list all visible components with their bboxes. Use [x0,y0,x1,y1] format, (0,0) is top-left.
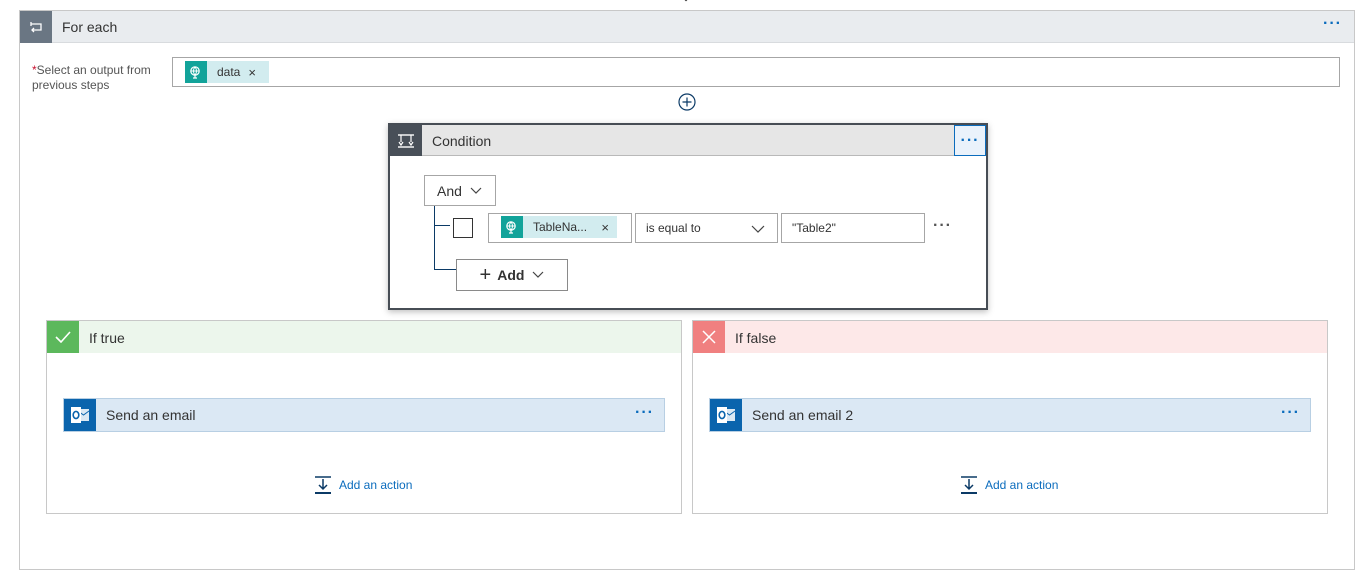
if-false-title: If false [735,330,777,346]
tablename-token-label: TableNa... [533,220,588,234]
for-each-title: For each [62,19,118,35]
dynamic-content-icon [185,61,207,83]
condition-operator-value: is equal to [646,221,701,235]
add-action-label: Add an action [985,478,1059,492]
condition-row-checkbox[interactable] [453,218,473,238]
for-each-header[interactable]: For each ··· [20,11,1354,43]
plus-icon: + [479,263,492,286]
condition-left-operand[interactable]: TableNa... × [488,213,632,243]
for-each-more-button[interactable]: ··· [1323,15,1342,33]
select-output-label-text: Select an output from previous steps [32,63,151,92]
condition-more-glyph: ··· [960,131,980,149]
insert-step-plus-icon[interactable] [678,93,696,111]
tablename-token-remove-button[interactable]: × [593,220,617,235]
outlook-icon [710,399,742,431]
add-action-icon [315,476,331,494]
chevron-down-icon [751,225,765,233]
condition-operator-select[interactable]: is equal to [635,213,778,243]
add-action-icon [961,476,977,494]
tree-connector-branch [434,269,456,270]
tablename-token[interactable]: TableNa... × [501,216,617,238]
send-email-more-button[interactable]: ··· [635,404,654,422]
chevron-down-icon [470,187,482,194]
close-icon [693,321,725,353]
send-email-2-more-button[interactable]: ··· [1281,404,1300,422]
condition-row-more-button[interactable]: ··· [933,217,952,235]
if-true-header: If true [47,321,681,353]
condition-icon [390,125,422,156]
condition-header[interactable]: Condition ··· [390,125,986,156]
add-condition-label: Add [497,267,525,283]
condition-title: Condition [432,133,492,149]
data-token-remove-button[interactable]: × [240,65,264,80]
add-condition-button[interactable]: + Add [456,259,568,291]
if-false-header: If false [693,321,1327,353]
select-output-label: *Select an output from previous steps [32,63,172,93]
if-true-branch: If true Send an email ··· Add an action [46,320,682,514]
add-action-link-true[interactable]: Add an action [313,475,412,495]
loop-icon [20,11,52,43]
condition-value-input[interactable]: "Table2" [781,213,925,243]
select-output-input[interactable]: data × [172,57,1340,87]
condition-card: Condition ··· And TableNa... × is equal … [388,123,988,310]
send-email-action-card[interactable]: Send an email ··· [63,398,665,432]
if-false-branch: If false Send an email 2 ··· Add an acti… [692,320,1328,514]
outlook-icon [64,399,96,431]
add-action-label: Add an action [339,478,413,492]
if-true-title: If true [89,330,125,346]
add-action-link-false[interactable]: Add an action [959,475,1058,495]
chevron-down-icon [533,271,544,278]
data-token-label: data [217,65,241,79]
data-token[interactable]: data × [185,61,269,83]
send-email-title: Send an email [106,407,196,423]
send-email-2-title: Send an email 2 [752,407,854,423]
group-operator-select[interactable]: And [424,175,496,206]
send-email-2-action-card[interactable]: Send an email 2 ··· [709,398,1311,432]
check-icon [47,321,79,353]
dynamic-content-icon [501,216,523,238]
tree-connector-line [434,206,435,270]
tree-connector-branch [434,225,450,226]
condition-more-button[interactable]: ··· [954,125,986,156]
group-operator-value: And [437,182,462,199]
